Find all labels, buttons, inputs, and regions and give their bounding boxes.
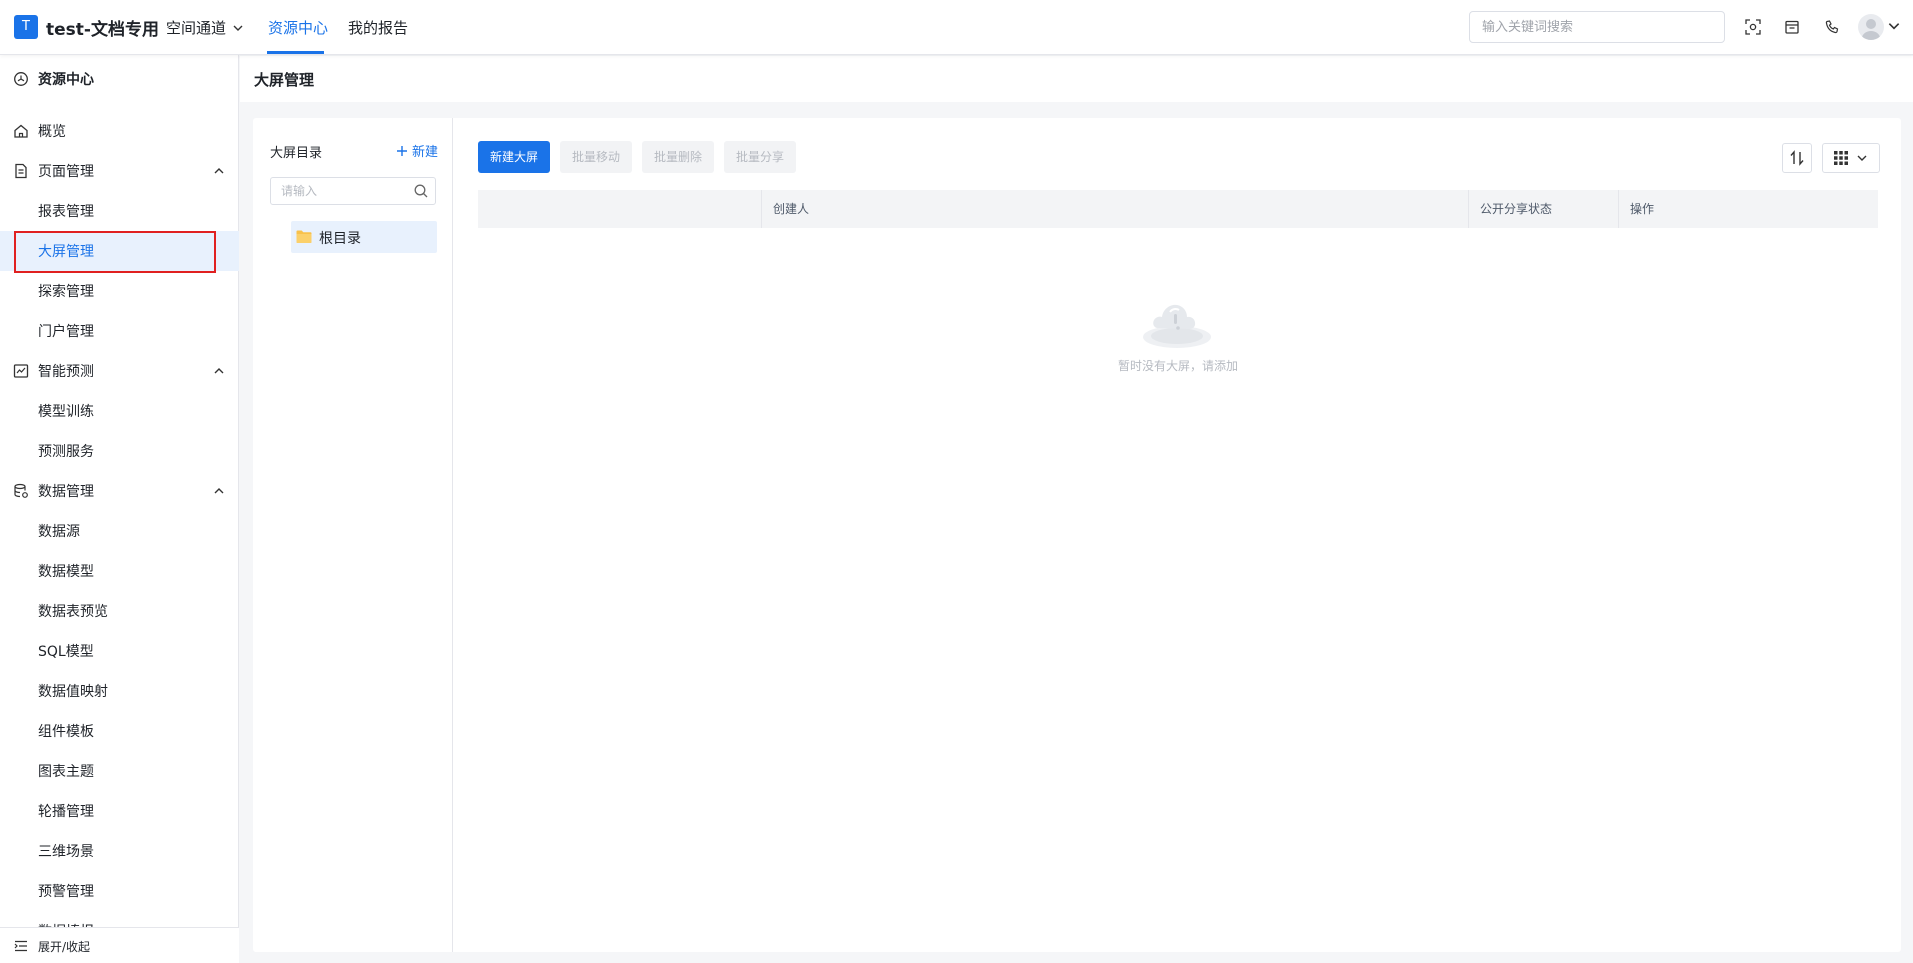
page-header xyxy=(240,56,1913,102)
plus-icon xyxy=(397,145,407,156)
content-panel xyxy=(253,118,1901,952)
tree-node-label: 根目录 xyxy=(319,231,361,247)
chevron-up-icon xyxy=(214,488,224,494)
chevron-down-icon xyxy=(233,25,243,31)
sidebar-item-label: 探索管理 xyxy=(38,284,94,300)
sidebar-item-label: 页面管理 xyxy=(38,164,94,180)
new-screen-button[interactable]: 新建大屏 xyxy=(478,141,551,173)
column-header-creator[interactable]: 创建人 xyxy=(761,190,1468,228)
sidebar-item-label: 三维场景 xyxy=(38,844,94,860)
column-header-actions[interactable]: 操作 xyxy=(1618,190,1878,228)
sidebar-item-model-training[interactable]: 模型训练 xyxy=(0,391,239,431)
sidebar-item-label: 图表主题 xyxy=(38,764,94,780)
tree-node-root[interactable]: 根目录 xyxy=(291,221,437,253)
home-icon xyxy=(14,124,28,138)
document-icon xyxy=(15,163,27,179)
space-select-label: 空间通道 xyxy=(166,19,227,37)
tree-search-input[interactable] xyxy=(270,177,436,205)
sidebar-item-prediction-service[interactable]: 预测服务 xyxy=(0,431,239,471)
chevron-down-icon[interactable] xyxy=(1887,19,1901,33)
sidebar-item-chart-theme[interactable]: 图表主题 xyxy=(0,751,239,791)
user-avatar-icon[interactable] xyxy=(1858,14,1884,40)
batch-share-button[interactable]: 批量分享 xyxy=(724,141,797,173)
sidebar-section-title: 资源中心 xyxy=(38,72,94,88)
chart-icon xyxy=(13,364,29,378)
sidebar-item-label: 报表管理 xyxy=(38,204,94,220)
top-bar: T test-文档专用 空间通道 资源中心 我的报告 xyxy=(0,0,1913,55)
sidebar-collapse-label: 展开/收起 xyxy=(38,940,91,954)
sidebar-item-label: 概览 xyxy=(38,124,66,140)
sidebar-group-smart-prediction[interactable]: 智能预测 xyxy=(0,351,239,391)
scan-icon[interactable] xyxy=(1742,16,1764,38)
calendar-icon[interactable] xyxy=(1781,16,1803,38)
folder-icon xyxy=(296,230,312,243)
column-header-name[interactable] xyxy=(478,190,761,228)
sidebar-item-alert-management[interactable]: 预警管理 xyxy=(0,871,239,911)
view-mode-dropdown[interactable] xyxy=(1822,143,1880,173)
sidebar-item-3d-scene[interactable]: 三维场景 xyxy=(0,831,239,871)
sidebar-item-label: 预警管理 xyxy=(38,884,94,900)
menu-fold-icon xyxy=(14,940,27,952)
chevron-down-icon xyxy=(1857,155,1867,161)
sidebar-item-report-management[interactable]: 报表管理 xyxy=(0,191,239,231)
page-title: 大屏管理 xyxy=(254,71,315,89)
sidebar-item-label: 数据模型 xyxy=(38,564,94,580)
sidebar-collapse-toggle[interactable]: 展开/收起 xyxy=(0,927,239,963)
tab-my-reports[interactable]: 我的报告 xyxy=(348,17,408,38)
search-icon[interactable] xyxy=(413,183,429,199)
resource-center-icon xyxy=(14,72,28,86)
sidebar-section-resource-center[interactable]: 资源中心 xyxy=(0,59,239,99)
sidebar-item-overview[interactable]: 概览 xyxy=(0,111,239,151)
sidebar-item-screen-management[interactable]: 大屏管理 xyxy=(0,231,239,271)
sidebar-item-label: 模型训练 xyxy=(38,404,94,420)
new-folder-label: 新建 xyxy=(412,145,439,160)
space-select[interactable]: 空间通道 xyxy=(166,17,244,38)
sidebar-item-portal-management[interactable]: 门户管理 xyxy=(0,311,239,351)
tree-title: 大屏目录 xyxy=(270,146,323,161)
sidebar-item-carousel-management[interactable]: 轮播管理 xyxy=(0,791,239,831)
sidebar-item-label: 数据值映射 xyxy=(38,684,108,700)
sidebar-item-explore-management[interactable]: 探索管理 xyxy=(0,271,239,311)
sidebar-item-label: 预测服务 xyxy=(38,444,94,460)
sidebar-item-label: 轮播管理 xyxy=(38,804,94,820)
phone-icon[interactable] xyxy=(1821,16,1843,38)
active-tab-indicator xyxy=(267,51,324,54)
empty-state-text: 暂时没有大屏，请添加 xyxy=(1118,359,1239,373)
sidebar-group-page-management[interactable]: 页面管理 xyxy=(0,151,239,191)
app-title[interactable]: test-文档专用 xyxy=(46,15,159,40)
empty-state-illustration xyxy=(1143,304,1211,348)
sidebar-item-data-source[interactable]: 数据源 xyxy=(0,511,239,551)
sidebar-item-label: SQL模型 xyxy=(38,644,94,660)
chevron-up-icon xyxy=(214,168,224,174)
sidebar-item-label: 智能预测 xyxy=(38,364,94,380)
database-icon xyxy=(14,483,28,498)
grid-view-icon xyxy=(1834,151,1848,165)
sidebar-item-value-mapping[interactable]: 数据值映射 xyxy=(0,671,239,711)
sidebar-item-component-template[interactable]: 组件模板 xyxy=(0,711,239,751)
sidebar-item-label: 门户管理 xyxy=(38,324,94,340)
sidebar-group-data-management[interactable]: 数据管理 xyxy=(0,471,239,511)
sidebar-item-sql-model[interactable]: SQL模型 xyxy=(0,631,239,671)
global-search-input[interactable] xyxy=(1469,11,1725,43)
sidebar-item-label: 数据源 xyxy=(38,524,80,540)
batch-move-button[interactable]: 批量移动 xyxy=(560,141,633,173)
sidebar-item-label: 数据表预览 xyxy=(38,604,108,620)
app-logo[interactable]: T xyxy=(14,15,38,39)
sidebar-item-label: 数据管理 xyxy=(38,484,94,500)
new-folder-button[interactable]: 新建 xyxy=(396,141,438,160)
sort-button[interactable] xyxy=(1782,143,1812,173)
column-header-share-status[interactable]: 公开分享状态 xyxy=(1468,190,1618,228)
sidebar-item-data-model[interactable]: 数据模型 xyxy=(0,551,239,591)
sidebar-item-label: 组件模板 xyxy=(38,724,94,740)
table-header: 创建人 公开分享状态 操作 xyxy=(478,190,1878,228)
sort-icon xyxy=(1790,150,1804,166)
batch-delete-button[interactable]: 批量删除 xyxy=(642,141,715,173)
sidebar-item-table-preview[interactable]: 数据表预览 xyxy=(0,591,239,631)
sidebar-item-label: 大屏管理 xyxy=(38,244,94,260)
tab-resource-center[interactable]: 资源中心 xyxy=(268,17,328,38)
chevron-up-icon xyxy=(214,368,224,374)
